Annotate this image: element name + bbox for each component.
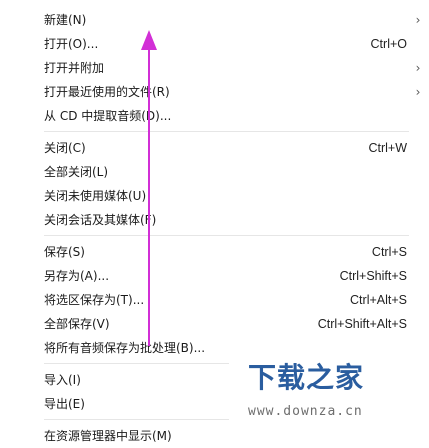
menu-item-shortcut: Ctrl+Alt+S: [350, 293, 407, 307]
menu-item-label: 保存(S): [44, 245, 85, 259]
menu-item-save[interactable]: 保存(S) Ctrl+S: [44, 242, 411, 262]
menu-item-show-in-explorer[interactable]: 在资源管理器中显示(M): [44, 426, 411, 446]
menu-item-label: 全部保存(V): [44, 317, 110, 331]
menu-item-shortcut: Ctrl+Shift+S: [339, 269, 407, 283]
menu-item-label: 打开并附加: [44, 61, 105, 75]
menu-item-open-recent[interactable]: 打开最近使用的文件(R) ›: [44, 82, 420, 102]
menu-item-save-all-audio-batch[interactable]: 将所有音频保存为批处理(B)...: [44, 338, 411, 358]
menu-separator: [44, 363, 229, 364]
menu-item-close[interactable]: 关闭(C) Ctrl+W: [44, 138, 411, 158]
menu-item-label: 另存为(A)...: [44, 269, 110, 283]
menu-item-label: 关闭(C): [44, 141, 86, 155]
menu-separator: [44, 235, 409, 236]
menu-item-label: 关闭会话及其媒体(F): [44, 213, 157, 227]
menu-item-open[interactable]: 打开(O)... Ctrl+O: [44, 34, 411, 54]
menu-item-label: 在资源管理器中显示(M): [44, 429, 172, 443]
menu-item-label: 打开最近使用的文件(R): [44, 85, 170, 99]
menu-item-new[interactable]: 新建(N) ›: [44, 10, 420, 30]
menu-item-open-and-append[interactable]: 打开并附加 ›: [44, 58, 420, 78]
menu-item-label: 关闭未使用媒体(U): [44, 189, 147, 203]
menu-separator: [44, 419, 229, 420]
menu-item-shortcut: Ctrl+S: [371, 245, 407, 259]
menu-item-label: 导出(E): [44, 397, 85, 411]
menu-item-label: 将选区保存为(T)...: [44, 293, 145, 307]
menu-item-save-as[interactable]: 另存为(A)... Ctrl+Shift+S: [44, 266, 411, 286]
watermark-url: www.downza.cn: [248, 404, 363, 419]
watermark-logo-text: 下载之家: [248, 361, 365, 394]
menu-item-label: 导入(I): [44, 373, 81, 387]
menu-item-shortcut: Ctrl+W: [368, 141, 407, 155]
submenu-arrow-icon: ›: [415, 61, 421, 75]
menu-item-save-all[interactable]: 全部保存(V) Ctrl+Shift+Alt+S: [44, 314, 411, 334]
menu-item-extract-cd-audio[interactable]: 从 CD 中提取音频(D)...: [44, 106, 411, 126]
submenu-arrow-icon: ›: [415, 13, 421, 27]
menu-item-close-all[interactable]: 全部关闭(L): [44, 162, 411, 182]
menu-item-label: 打开(O)...: [44, 37, 99, 51]
menu-item-close-unused-media[interactable]: 关闭未使用媒体(U): [44, 186, 411, 206]
menu-item-label: 从 CD 中提取音频(D)...: [44, 109, 172, 123]
menu-item-shortcut: Ctrl+O: [370, 37, 407, 51]
submenu-arrow-icon: ›: [415, 85, 421, 99]
menu-item-label: 将所有音频保存为批处理(B)...: [44, 341, 206, 355]
menu-item-shortcut: Ctrl+Shift+Alt+S: [317, 317, 407, 331]
watermark-logo: 下载之家: [248, 362, 408, 394]
menu-item-save-selection-as[interactable]: 将选区保存为(T)... Ctrl+Alt+S: [44, 290, 411, 310]
menu-item-label: 新建(N): [44, 13, 87, 27]
menu-separator: [44, 131, 409, 132]
menu-item-close-session-and-media[interactable]: 关闭会话及其媒体(F): [44, 210, 411, 230]
menu-item-label: 全部关闭(L): [44, 165, 109, 179]
